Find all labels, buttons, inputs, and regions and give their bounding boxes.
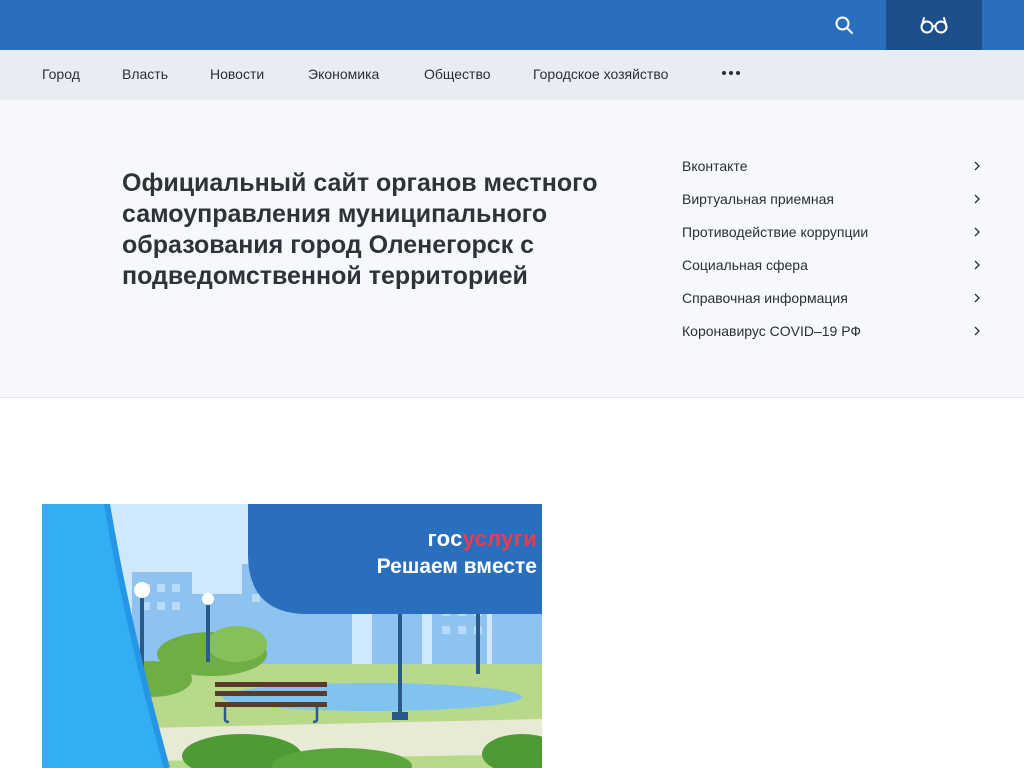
quick-link-label: Противодействие коррупции [682,224,869,240]
quick-link-reference-info[interactable]: Справочная информация [682,282,984,315]
accessibility-version-button[interactable] [886,0,982,50]
gosuslugi-banner[interactable]: госуслуги Решаем вместе [42,504,542,768]
banner-tagline: Решаем вместе [376,555,537,578]
nav-item-novosti[interactable]: Новости [210,50,264,100]
quick-link-label: Виртуальная приемная [682,191,834,207]
more-dots-icon [722,71,740,75]
quick-link-covid[interactable]: Коронавирус COVID–19 РФ [682,315,984,348]
quick-link-label: Вконтакте [682,158,748,174]
nav-item-vlast[interactable]: Власть [122,50,168,100]
chevron-right-icon [974,326,980,336]
chevron-right-icon [974,293,980,303]
top-bar [0,0,1024,50]
quick-link-vkontakte[interactable]: Вконтакте [682,150,984,183]
site-title: Официальный сайт органов местного самоуп… [122,169,598,290]
quick-link-label: Коронавирус COVID–19 РФ [682,323,862,339]
glasses-icon [920,17,948,34]
quick-link-virtual-reception[interactable]: Виртуальная приемная [682,183,984,216]
hero-section: Официальный сайт органов местного самоуп… [0,100,1024,398]
chevron-right-icon [974,227,980,237]
quick-link-label: Социальная сфера [682,257,808,273]
main-navigation: Город Власть Новости Экономика Общество … [0,50,1024,100]
gosuslugi-logo: госуслуги [292,524,537,554]
chevron-right-icon [974,161,980,171]
search-icon [835,16,853,34]
search-button[interactable] [818,0,870,50]
nav-item-ekonomika[interactable]: Экономика [308,50,379,100]
brand-part-gos: гос [427,526,463,551]
chevron-right-icon [974,194,980,204]
quick-link-anti-corruption[interactable]: Противодействие коррупции [682,216,984,249]
chevron-right-icon [974,260,980,270]
nav-item-gorod[interactable]: Город [42,50,80,100]
nav-item-obshchestvo[interactable]: Общество [424,50,491,100]
banner-text: госуслуги Решаем вместе [292,524,537,580]
quick-link-label: Справочная информация [682,290,848,306]
nav-more-button[interactable] [718,50,744,96]
quick-link-social-sphere[interactable]: Социальная сфера [682,249,984,282]
nav-item-gorodskoe-khozyaystvo[interactable]: Городское хозяйство [533,50,668,100]
brand-part-uslugi: услуги [462,526,537,551]
quick-links-list: Вконтакте Виртуальная приемная Противоде… [682,150,984,348]
